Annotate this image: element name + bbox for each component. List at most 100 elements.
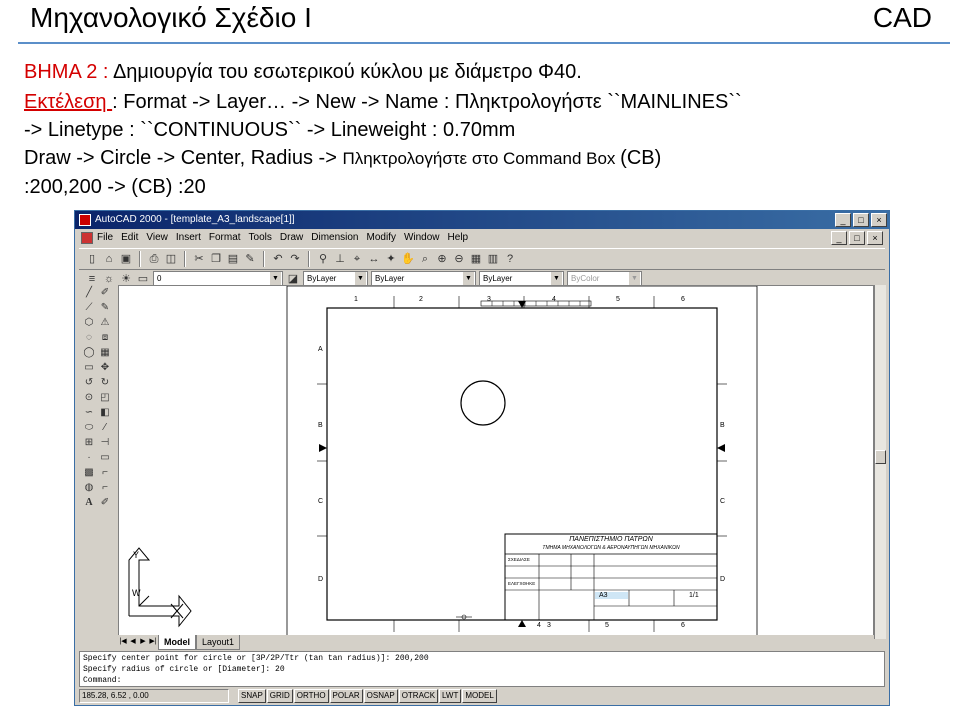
tab-model[interactable]: Model [158,634,196,650]
save-icon[interactable]: ▣ [119,252,133,266]
hyperlink-icon[interactable]: ⚲ [316,252,330,266]
maximize-button[interactable]: □ [853,213,869,227]
zoom-previous-icon[interactable]: ⊖ [452,252,466,266]
menu-tools[interactable]: Tools [249,229,272,247]
menu-window[interactable]: Window [404,229,440,247]
window-titlebar[interactable]: AutoCAD 2000 - [template_A3_landscape[1]… [75,211,889,229]
line-icon[interactable]: ╱ [81,285,97,300]
draw-line: Draw -> Circle -> Center, Radius -> Πληκ… [24,144,661,173]
mtext-icon[interactable]: ◍ [81,480,97,495]
snap-from-icon[interactable]: ⌖ [350,252,364,266]
doc-minimize-button[interactable]: _ [831,231,847,245]
offset-icon[interactable]: ▦ [97,345,113,360]
ortho-button[interactable]: ORTHO [293,689,329,703]
tab-first-icon[interactable]: |◀ [118,635,128,649]
circle-icon[interactable]: ▭ [81,360,97,375]
insert-block-icon[interactable]: ∽ [81,405,97,420]
point-icon[interactable]: ⊞ [81,435,97,450]
pan-icon[interactable]: ✋ [401,252,415,266]
chamfer-icon[interactable]: ⌐ [97,465,113,480]
copy-icon[interactable]: ❐ [209,252,223,266]
make-current-icon[interactable]: ◪ [286,272,300,286]
stretch-icon[interactable]: ◧ [97,405,113,420]
scrollbar-thumb[interactable] [875,450,886,464]
open-icon[interactable]: ⌂ [102,252,116,266]
menu-draw[interactable]: Draw [280,229,303,247]
drawing-canvas[interactable] [119,286,874,639]
new-icon[interactable]: ▯ [85,252,99,266]
zoom-window-icon[interactable]: ⊕ [435,252,449,266]
scale-icon[interactable]: ◰ [97,390,113,405]
undo-icon[interactable]: ↶ [271,252,285,266]
ellipse-icon[interactable]: ⊙ [81,390,97,405]
command-window[interactable]: Specify center point for circle or [3P/2… [79,651,885,687]
polar-button[interactable]: POLAR [329,689,363,703]
trim-icon[interactable]: ⁄ [97,420,113,435]
distance-icon[interactable]: ↔ [367,252,381,266]
minimize-button[interactable]: _ [835,213,851,227]
vertical-scrollbar[interactable] [874,285,886,639]
match-icon[interactable]: ✎ [243,252,257,266]
hatch-icon[interactable]: · [81,450,97,465]
autocad-app-icon[interactable] [79,214,91,226]
tab-last-icon[interactable]: ▶| [148,635,158,649]
move-icon[interactable]: ✥ [97,360,113,375]
ucs-icon[interactable]: ⊥ [333,252,347,266]
print-icon[interactable]: ⎙ [147,252,161,266]
polygon-icon[interactable]: ⬡ [81,315,97,330]
menu-view[interactable]: View [146,229,168,247]
model-button[interactable]: MODEL [462,689,497,703]
tab-prev-icon[interactable]: ◀ [128,635,138,649]
properties-icon[interactable]: ▦ [469,252,483,266]
tab-layout1[interactable]: Layout1 [196,634,241,650]
design-center-icon[interactable]: ▥ [486,252,500,266]
mirror-icon[interactable]: ⧈ [97,330,113,345]
copy-obj-icon[interactable]: ⚠ [97,315,113,330]
menu-help[interactable]: Help [448,229,469,247]
rotate-icon[interactable]: ↻ [97,375,113,390]
linetype-select[interactable]: ByLayer [371,271,476,286]
erase-icon[interactable]: ✎ [97,300,113,315]
layer-select[interactable]: 0 [153,271,283,286]
close-button[interactable]: × [871,213,887,227]
rectangle-icon[interactable]: ◌ [81,330,97,345]
text-icon[interactable]: A [81,495,97,510]
lwt-button[interactable]: LWT [439,689,462,703]
zoom-realtime-icon[interactable]: ⌕ [418,252,432,266]
fillet-icon[interactable]: ⌐ [97,480,113,495]
redraw-icon[interactable]: ✦ [384,252,398,266]
snap-button[interactable]: SNAP [238,689,266,703]
menu-modify[interactable]: Modify [367,229,396,247]
break-icon[interactable]: ▭ [97,450,113,465]
osnap-button[interactable]: OSNAP [363,689,398,703]
doc-close-button[interactable]: × [867,231,883,245]
help-icon[interactable]: ? [503,252,517,266]
spline-icon[interactable]: ↺ [81,375,97,390]
arc-icon[interactable]: ◯ [81,345,97,360]
region-icon[interactable]: ▩ [81,465,97,480]
preview-icon[interactable]: ◫ [164,252,178,266]
xline-icon[interactable]: ✐ [97,285,113,300]
paste-icon[interactable]: ▤ [226,252,240,266]
pline-icon[interactable]: ⟋ [81,300,97,315]
menu-insert[interactable]: Insert [176,229,201,247]
grid-button[interactable]: GRID [266,689,293,703]
tab-next-icon[interactable]: ▶ [138,635,148,649]
command-prompt[interactable]: Command: [83,675,881,686]
make-block-icon[interactable]: ⬭ [81,420,97,435]
menu-dimension[interactable]: Dimension [311,229,358,247]
lineweight-select[interactable]: ByLayer [479,271,564,286]
draw-toolbar: ╱ ✐ ⟋ ✎ ⬡ ⚠ ◌ ⧈ ◯ ▦ ▭ ✥ ↺ ↻ ⊙ ◰ ∽ ◧ ⬭ ⁄ ⊞ ⊣ · ▭ ▩ ⌐ ◍… [81,285,113,527]
menu-format[interactable]: Format [209,229,241,247]
drawing-area[interactable]: 1 2 3 4 5 6 3 4 5 6 A B C D B C D ΠΑΝΕΠΙ… [118,285,874,639]
explode-icon[interactable]: ✐ [97,495,113,510]
menu-edit[interactable]: Edit [121,229,138,247]
color-select[interactable]: ByLayer [303,271,368,286]
layers-icon[interactable]: ≡ [85,272,99,286]
cut-icon[interactable]: ✂ [192,252,206,266]
menu-file[interactable]: File [97,229,113,247]
doc-maximize-button[interactable]: □ [849,231,865,245]
extend-icon[interactable]: ⊣ [97,435,113,450]
redo-icon[interactable]: ↷ [288,252,302,266]
otrack-button[interactable]: OTRACK [398,689,439,703]
